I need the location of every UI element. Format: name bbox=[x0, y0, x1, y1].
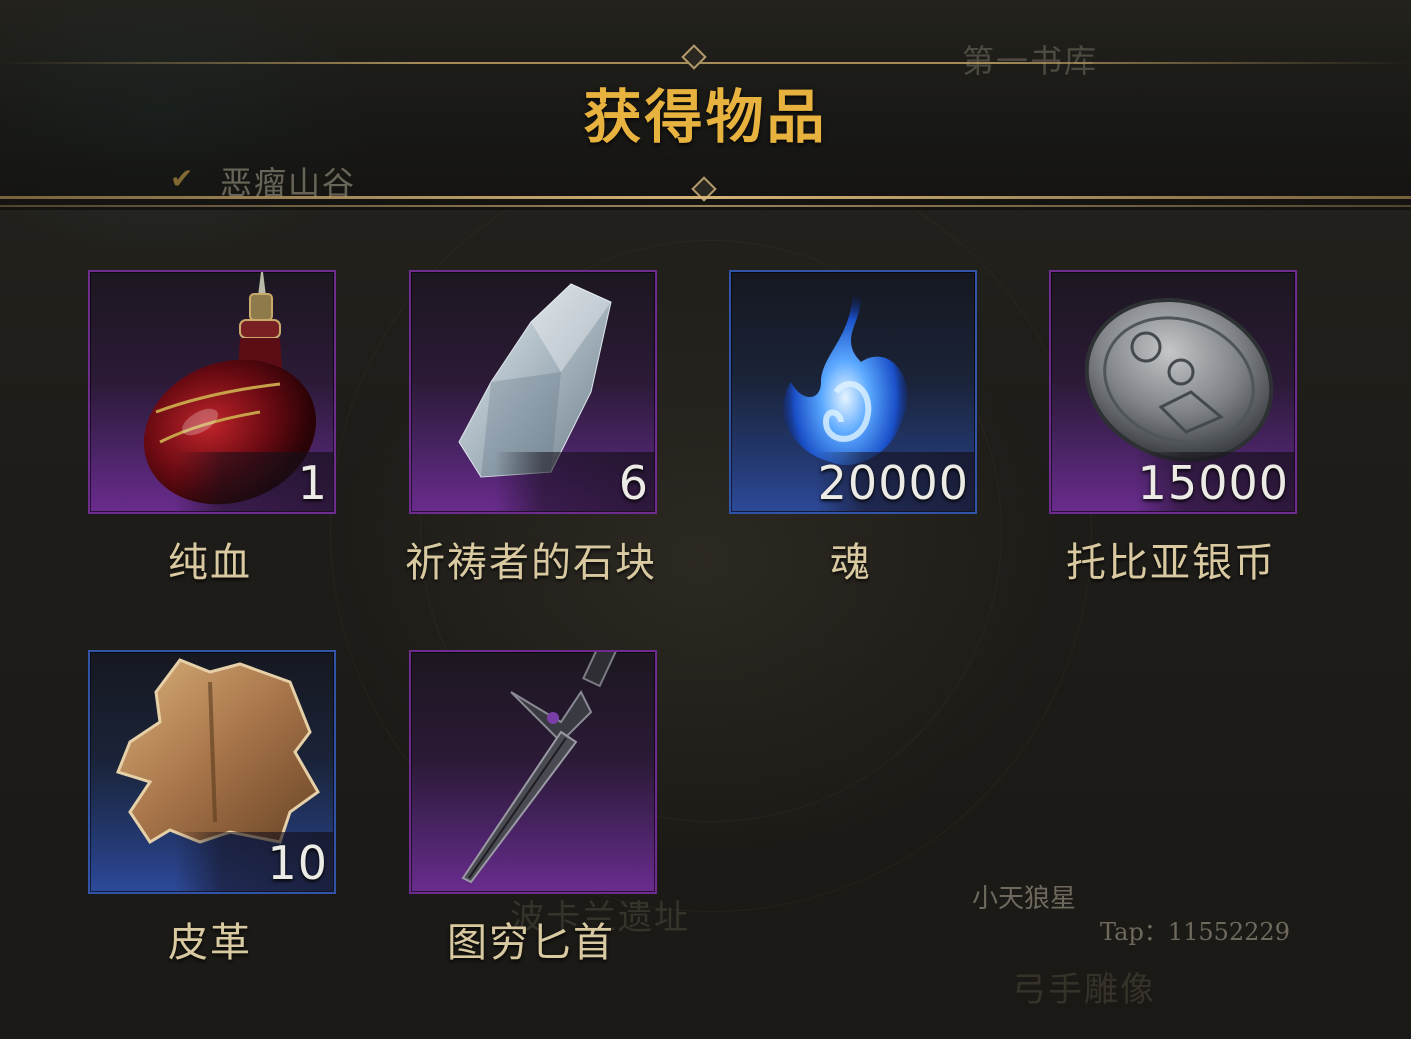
item-prayer-stone[interactable]: 6 祈祷者的石块 bbox=[405, 270, 657, 588]
item-pure-blood[interactable]: 1 纯血 bbox=[85, 270, 336, 588]
item-dagger[interactable]: 图穷匕首 bbox=[406, 650, 657, 968]
item-quantity: 1 bbox=[297, 456, 328, 510]
page-title: 获得物品 bbox=[583, 83, 828, 151]
item-quantity: 15000 bbox=[1137, 456, 1289, 510]
dagger-icon bbox=[461, 652, 618, 884]
item-name: 祈祷者的石块 bbox=[405, 540, 657, 586]
map-label-statue: 弓手雕像 bbox=[1012, 970, 1156, 1010]
item-tobia-silver-coin[interactable]: 15000 托比亚银币 bbox=[1046, 270, 1297, 588]
item-quantity: 10 bbox=[267, 836, 328, 890]
item-name: 纯血 bbox=[168, 540, 252, 586]
item-slot[interactable] bbox=[409, 650, 657, 894]
watermark-name: 小天狼星 bbox=[972, 884, 1077, 914]
item-quantity: 6 bbox=[618, 456, 649, 510]
item-name: 图穷匕首 bbox=[447, 920, 615, 966]
header-top-line bbox=[0, 62, 1411, 64]
check-icon: ✔ bbox=[170, 162, 194, 195]
item-name: 魂 bbox=[830, 540, 872, 586]
item-leather[interactable]: 10 皮革 bbox=[85, 650, 336, 968]
item-slot[interactable]: 6 bbox=[409, 270, 657, 514]
item-slot[interactable]: 1 bbox=[88, 270, 336, 514]
header: 第一书库 获得物品 ✔ 恶瘤山谷 bbox=[0, 0, 1411, 210]
item-slot[interactable]: 15000 bbox=[1049, 270, 1297, 514]
watermark-tap: Tap：11552229 bbox=[1100, 918, 1290, 946]
header-divider bbox=[0, 196, 1411, 199]
item-name: 皮革 bbox=[168, 920, 252, 966]
header-diamond-ornament bbox=[681, 44, 707, 70]
item-name: 托比亚银币 bbox=[1066, 540, 1276, 586]
item-slot[interactable]: 10 bbox=[88, 650, 336, 894]
item-slot[interactable]: 20000 bbox=[729, 270, 977, 514]
item-quantity: 20000 bbox=[817, 456, 969, 510]
item-soul[interactable]: 20000 魂 bbox=[726, 270, 977, 588]
header-divider-lower bbox=[0, 205, 1411, 207]
